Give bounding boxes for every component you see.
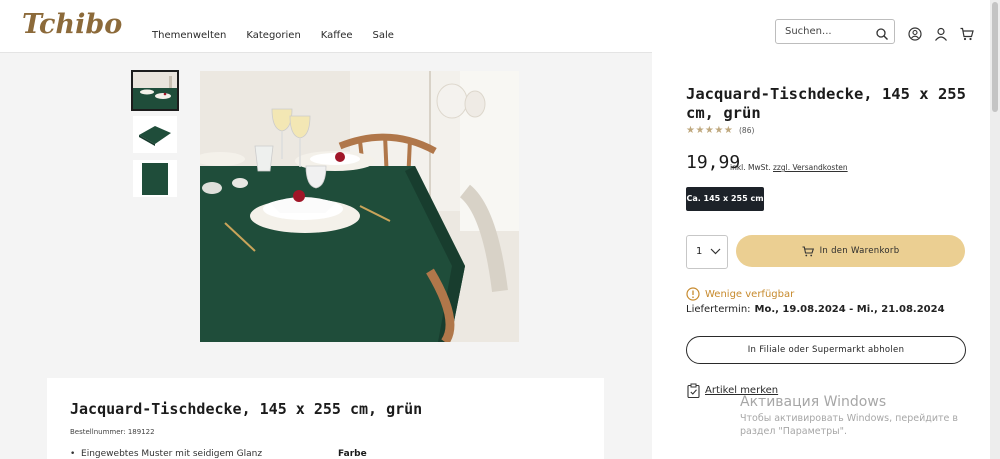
feature-bullet: • Eingewebtes Muster mit seidigem Glanz (70, 449, 263, 459)
order-number: Bestellnummer: 189122 (70, 428, 155, 436)
store-pickup-button[interactable]: In Filiale oder Supermarkt abholen (686, 336, 966, 364)
thumbnail-fabric[interactable] (133, 160, 177, 197)
quantity-select[interactable]: 1 (686, 235, 728, 269)
shipping-costs-link[interactable]: zzgl. Versandkosten (773, 163, 848, 172)
details-title: Jacquard-Tischdecke, 145 x 255 cm, grün (70, 400, 423, 418)
page-scrollbar[interactable] (990, 0, 1000, 459)
availability-status: Wenige verfügbar (686, 287, 794, 301)
delivery-date: Liefertermin: Mo., 19.08.2024 - Mi., 21.0… (686, 304, 945, 315)
nav-item-themenwelten[interactable]: Themenwelten (152, 30, 226, 41)
tchibo-logo[interactable]: Tchibo (22, 9, 122, 40)
quantity-value: 1 (696, 246, 703, 257)
product-title: Jacquard-Tischdecke, 145 x 255 cm, grün (686, 85, 966, 122)
info-icon (686, 287, 700, 301)
availability-text: Wenige verfügbar (705, 288, 795, 300)
search-box (775, 19, 895, 44)
add-to-cart-button[interactable]: In den Warenkorb (736, 235, 965, 267)
search-input[interactable] (785, 23, 869, 39)
cart-icon (802, 245, 814, 256)
thumbnail-table-scene[interactable] (131, 70, 179, 111)
main-nav: Themenwelten Kategorien Kaffee Sale (152, 30, 414, 41)
thumbnail-folded[interactable] (133, 116, 177, 153)
color-heading: Farbe (338, 449, 367, 459)
product-main-image[interactable] (200, 71, 519, 342)
tax-note: inkl. MwSt. (730, 163, 771, 172)
delivery-label: Liefertermin: (686, 304, 751, 315)
rating-stars[interactable]: ★★★★★ (686, 125, 733, 136)
scrollbar-thumb[interactable] (992, 2, 998, 112)
clipboard-check-icon (687, 383, 700, 398)
review-count[interactable]: (86) (739, 126, 754, 135)
cart-icon[interactable] (960, 26, 974, 45)
nav-item-sale[interactable]: Sale (373, 30, 394, 41)
site-header: Tchibo Themenwelten Kategorien Kaffee Sa… (0, 0, 990, 53)
account-coffee-icon[interactable] (908, 26, 922, 45)
windows-activation-title: Активация Windows (740, 394, 887, 410)
product-details-card (47, 378, 604, 459)
chevron-down-icon (710, 248, 721, 255)
feature-text: Eingewebtes Muster mit seidigem Glanz (81, 449, 263, 459)
add-to-cart-label: In den Warenkorb (819, 246, 900, 256)
nav-item-kategorien[interactable]: Kategorien (246, 30, 300, 41)
windows-activation-text: Чтобы активировать Windows, перейдите в … (740, 413, 958, 437)
search-icon[interactable] (876, 25, 888, 44)
nav-item-kaffee[interactable]: Kaffee (321, 30, 353, 41)
delivery-dates: Mo., 19.08.2024 - Mi., 21.08.2024 (754, 304, 945, 315)
size-variant-button[interactable]: Ca. 145 x 255 cm (686, 187, 764, 211)
user-icon[interactable] (934, 26, 948, 45)
